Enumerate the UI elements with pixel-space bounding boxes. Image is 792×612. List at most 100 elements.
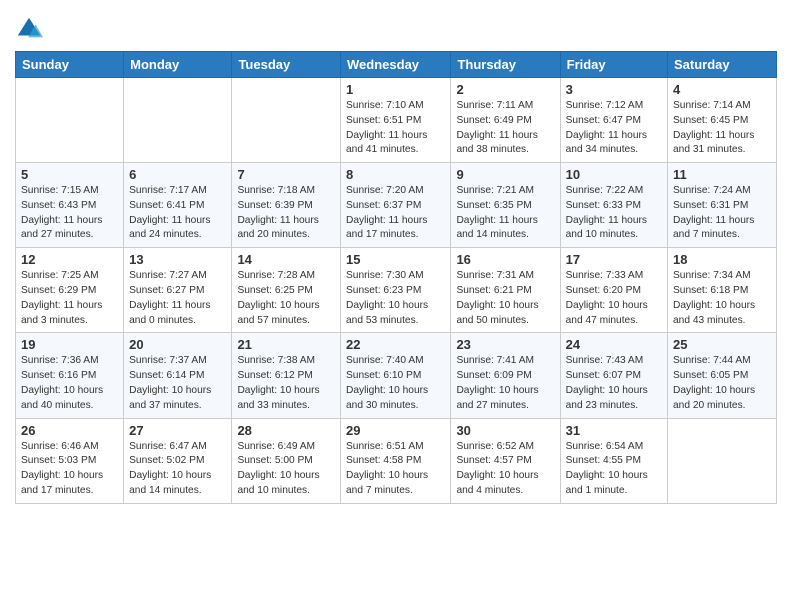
calendar-cell: 24 Sunrise: 7:43 AM Sunset: 6:07 PM Dayli…	[560, 333, 667, 418]
day-number: 6	[129, 167, 226, 182]
header	[15, 10, 777, 43]
calendar-cell	[232, 78, 341, 163]
calendar-header-row: SundayMondayTuesdayWednesdayThursdayFrid…	[16, 52, 777, 78]
day-info: Sunrise: 7:25 AM Sunset: 6:29 PM Dayligh…	[21, 269, 118, 328]
day-info: Sunrise: 7:17 AM Sunset: 6:41 PM Dayligh…	[129, 184, 226, 243]
calendar-cell: 10 Sunrise: 7:22 AM Sunset: 6:33 PM Dayli…	[560, 163, 667, 248]
calendar-cell: 7 Sunrise: 7:18 AM Sunset: 6:39 PM Daylig…	[232, 163, 341, 248]
day-number: 17	[566, 252, 662, 267]
calendar-cell: 19 Sunrise: 7:36 AM Sunset: 6:16 PM Dayli…	[16, 333, 124, 418]
calendar-header-monday: Monday	[124, 52, 232, 78]
day-info: Sunrise: 7:38 AM Sunset: 6:12 PM Dayligh…	[237, 354, 335, 413]
day-number: 15	[346, 252, 445, 267]
day-number: 2	[456, 82, 554, 97]
day-number: 10	[566, 167, 662, 182]
day-info: Sunrise: 7:20 AM Sunset: 6:37 PM Dayligh…	[346, 184, 445, 243]
calendar-cell: 25 Sunrise: 7:44 AM Sunset: 6:05 PM Dayli…	[668, 333, 777, 418]
day-info: Sunrise: 7:10 AM Sunset: 6:51 PM Dayligh…	[346, 99, 445, 158]
calendar-cell: 12 Sunrise: 7:25 AM Sunset: 6:29 PM Dayli…	[16, 248, 124, 333]
page: SundayMondayTuesdayWednesdayThursdayFrid…	[0, 0, 792, 519]
calendar-cell: 6 Sunrise: 7:17 AM Sunset: 6:41 PM Daylig…	[124, 163, 232, 248]
day-number: 29	[346, 423, 445, 438]
calendar-cell: 1 Sunrise: 7:10 AM Sunset: 6:51 PM Daylig…	[341, 78, 451, 163]
calendar-cell: 2 Sunrise: 7:11 AM Sunset: 6:49 PM Daylig…	[451, 78, 560, 163]
day-info: Sunrise: 7:37 AM Sunset: 6:14 PM Dayligh…	[129, 354, 226, 413]
calendar-cell: 21 Sunrise: 7:38 AM Sunset: 6:12 PM Dayli…	[232, 333, 341, 418]
day-info: Sunrise: 7:30 AM Sunset: 6:23 PM Dayligh…	[346, 269, 445, 328]
day-info: Sunrise: 7:41 AM Sunset: 6:09 PM Dayligh…	[456, 354, 554, 413]
day-number: 8	[346, 167, 445, 182]
calendar-week-row: 12 Sunrise: 7:25 AM Sunset: 6:29 PM Dayli…	[16, 248, 777, 333]
day-number: 23	[456, 337, 554, 352]
day-info: Sunrise: 7:44 AM Sunset: 6:05 PM Dayligh…	[673, 354, 771, 413]
calendar-header-saturday: Saturday	[668, 52, 777, 78]
calendar-cell: 18 Sunrise: 7:34 AM Sunset: 6:18 PM Dayli…	[668, 248, 777, 333]
calendar-cell: 29Sunrise: 6:51 AM Sunset: 4:58 PM Dayli…	[341, 418, 451, 503]
logo	[15, 15, 47, 43]
day-info: Sunrise: 7:28 AM Sunset: 6:25 PM Dayligh…	[237, 269, 335, 328]
calendar-cell	[124, 78, 232, 163]
day-number: 27	[129, 423, 226, 438]
calendar-cell: 9Sunrise: 7:21 AM Sunset: 6:35 PM Daylig…	[451, 163, 560, 248]
day-number: 12	[21, 252, 118, 267]
day-info: Sunrise: 6:46 AM Sunset: 5:03 PM Dayligh…	[21, 440, 118, 499]
day-info: Sunrise: 7:43 AM Sunset: 6:07 PM Dayligh…	[566, 354, 662, 413]
day-info: Sunrise: 7:15 AM Sunset: 6:43 PM Dayligh…	[21, 184, 118, 243]
day-info: Sunrise: 7:36 AM Sunset: 6:16 PM Dayligh…	[21, 354, 118, 413]
day-number: 18	[673, 252, 771, 267]
day-number: 11	[673, 167, 771, 182]
day-number: 13	[129, 252, 226, 267]
day-number: 26	[21, 423, 118, 438]
day-number: 1	[346, 82, 445, 97]
calendar-header-friday: Friday	[560, 52, 667, 78]
calendar-cell: 30 Sunrise: 6:52 AM Sunset: 4:57 PM Dayli…	[451, 418, 560, 503]
day-info: Sunrise: 6:49 AM Sunset: 5:00 PM Dayligh…	[237, 440, 335, 499]
calendar-cell: 27Sunrise: 6:47 AM Sunset: 5:02 PM Dayli…	[124, 418, 232, 503]
day-number: 21	[237, 337, 335, 352]
day-info: Sunrise: 7:14 AM Sunset: 6:45 PM Dayligh…	[673, 99, 771, 158]
day-number: 28	[237, 423, 335, 438]
day-number: 7	[237, 167, 335, 182]
day-info: Sunrise: 7:33 AM Sunset: 6:20 PM Dayligh…	[566, 269, 662, 328]
day-info: Sunrise: 7:24 AM Sunset: 6:31 PM Dayligh…	[673, 184, 771, 243]
calendar-header-tuesday: Tuesday	[232, 52, 341, 78]
day-number: 16	[456, 252, 554, 267]
calendar-cell: 26 Sunrise: 6:46 AM Sunset: 5:03 PM Dayli…	[16, 418, 124, 503]
calendar-header-thursday: Thursday	[451, 52, 560, 78]
calendar-cell: 11 Sunrise: 7:24 AM Sunset: 6:31 PM Dayli…	[668, 163, 777, 248]
day-info: Sunrise: 6:52 AM Sunset: 4:57 PM Dayligh…	[456, 440, 554, 499]
day-info: Sunrise: 7:27 AM Sunset: 6:27 PM Dayligh…	[129, 269, 226, 328]
day-info: Sunrise: 7:34 AM Sunset: 6:18 PM Dayligh…	[673, 269, 771, 328]
day-number: 24	[566, 337, 662, 352]
day-info: Sunrise: 7:18 AM Sunset: 6:39 PM Dayligh…	[237, 184, 335, 243]
day-number: 30	[456, 423, 554, 438]
day-number: 4	[673, 82, 771, 97]
day-info: Sunrise: 7:12 AM Sunset: 6:47 PM Dayligh…	[566, 99, 662, 158]
calendar-header-wednesday: Wednesday	[341, 52, 451, 78]
day-info: Sunrise: 7:22 AM Sunset: 6:33 PM Dayligh…	[566, 184, 662, 243]
calendar-week-row: 1 Sunrise: 7:10 AM Sunset: 6:51 PM Daylig…	[16, 78, 777, 163]
calendar-cell: 16Sunrise: 7:31 AM Sunset: 6:21 PM Dayli…	[451, 248, 560, 333]
calendar: SundayMondayTuesdayWednesdayThursdayFrid…	[15, 51, 777, 504]
day-number: 19	[21, 337, 118, 352]
day-number: 22	[346, 337, 445, 352]
calendar-week-row: 5 Sunrise: 7:15 AM Sunset: 6:43 PM Daylig…	[16, 163, 777, 248]
day-info: Sunrise: 7:21 AM Sunset: 6:35 PM Dayligh…	[456, 184, 554, 243]
day-number: 20	[129, 337, 226, 352]
logo-icon	[15, 15, 43, 43]
calendar-cell: 20 Sunrise: 7:37 AM Sunset: 6:14 PM Dayli…	[124, 333, 232, 418]
calendar-cell	[16, 78, 124, 163]
calendar-cell: 13 Sunrise: 7:27 AM Sunset: 6:27 PM Dayli…	[124, 248, 232, 333]
day-info: Sunrise: 7:11 AM Sunset: 6:49 PM Dayligh…	[456, 99, 554, 158]
calendar-cell: 17 Sunrise: 7:33 AM Sunset: 6:20 PM Dayli…	[560, 248, 667, 333]
calendar-cell	[668, 418, 777, 503]
calendar-cell: 8 Sunrise: 7:20 AM Sunset: 6:37 PM Daylig…	[341, 163, 451, 248]
day-number: 25	[673, 337, 771, 352]
day-number: 31	[566, 423, 662, 438]
day-info: Sunrise: 6:54 AM Sunset: 4:55 PM Dayligh…	[566, 440, 662, 499]
day-info: Sunrise: 7:40 AM Sunset: 6:10 PM Dayligh…	[346, 354, 445, 413]
day-number: 3	[566, 82, 662, 97]
calendar-cell: 5 Sunrise: 7:15 AM Sunset: 6:43 PM Daylig…	[16, 163, 124, 248]
day-number: 5	[21, 167, 118, 182]
calendar-header-sunday: Sunday	[16, 52, 124, 78]
